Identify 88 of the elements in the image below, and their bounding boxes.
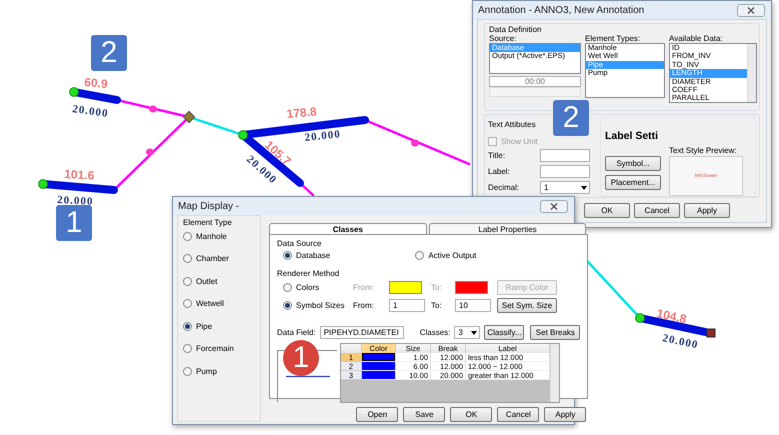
radio-icon <box>183 254 192 263</box>
radio-icon <box>183 344 192 353</box>
line-symbol-icon <box>286 375 330 378</box>
section-heading: Renderer Method <box>277 269 340 278</box>
input-field[interactable] <box>540 149 590 162</box>
radio-option[interactable]: Database <box>283 251 330 260</box>
classify-button[interactable]: Classify... <box>484 325 524 340</box>
dialog-button[interactable]: Cancel <box>634 203 680 218</box>
radio-option[interactable]: Active Output <box>415 251 476 260</box>
pipe-length-label: 101.6 <box>64 167 95 183</box>
close-button[interactable] <box>540 200 568 212</box>
set-size-button[interactable]: Set Sym. Size <box>497 298 557 313</box>
set-breaks-button[interactable]: Set Breaks <box>530 325 580 340</box>
tab[interactable]: Classes <box>269 223 427 234</box>
field-label: To: <box>431 301 443 310</box>
pipe-diameter-label: 20.000 <box>56 194 94 208</box>
color-swatch[interactable] <box>455 281 488 294</box>
section-heading: Data Source <box>277 239 322 248</box>
radio-icon <box>183 366 192 376</box>
close-icon <box>550 202 558 210</box>
dialog-button[interactable]: Save <box>403 407 446 422</box>
radio-icon <box>415 251 424 260</box>
time-field: 00:00 <box>489 76 581 87</box>
pipe-diameter-label: 20.000 <box>72 103 110 120</box>
window-title: Map Display - <box>178 200 240 212</box>
radio-icon <box>183 276 192 286</box>
field-label: Decimal: <box>488 183 520 192</box>
field-label: Classes: <box>420 328 450 337</box>
pipe-length-label: 60.9 <box>84 75 108 92</box>
group-heading: Element Type <box>183 218 233 227</box>
group-heading: Text Attibutes <box>488 120 537 129</box>
dialog-button[interactable]: Apply <box>684 203 730 218</box>
radio-option[interactable]: Pipe <box>183 322 255 330</box>
field-label: Available Data: <box>669 34 724 43</box>
dialog-button[interactable]: OK <box>450 407 492 422</box>
radio-option[interactable]: Symbol Sizes <box>283 301 347 310</box>
field-label: From: <box>353 301 375 310</box>
radio-option[interactable]: Pump <box>183 366 255 376</box>
tab[interactable]: Label Properties <box>428 223 586 234</box>
radio-option[interactable]: Chamber <box>183 254 255 263</box>
field-label: Text Style Preview: <box>669 146 738 155</box>
window-title: Annotation - ANNO3, New Annotation <box>478 4 644 16</box>
pipe-diameter-label: 20.000 <box>304 128 342 144</box>
section-heading: Label Setti <box>605 130 660 142</box>
dialog-button[interactable]: Cancel <box>497 407 540 422</box>
input-field[interactable]: 1 <box>389 299 425 312</box>
dialog-button[interactable]: Open <box>356 407 398 422</box>
dropdown-arrow-icon <box>581 186 587 190</box>
radio-option[interactable]: Wetwell <box>183 299 255 308</box>
dropdown[interactable]: PIPEHYD.DIAMETEI <box>320 326 404 339</box>
checkbox-icon <box>488 137 497 146</box>
close-button[interactable] <box>737 4 765 16</box>
field-label: Source: <box>489 34 518 43</box>
scrollbar <box>550 344 559 402</box>
field-label: Title: <box>488 151 506 160</box>
dialog-button[interactable]: Placement... <box>605 175 661 190</box>
pipe-length-label: 178.8 <box>286 104 318 121</box>
field-label: Label: <box>488 167 511 176</box>
dropdown-arrow-icon <box>471 330 478 334</box>
radio-icon <box>183 232 192 240</box>
color-swatch[interactable] <box>389 281 422 294</box>
callout-number: 2 <box>553 100 589 136</box>
close-icon <box>747 6 755 14</box>
radio-option[interactable]: Outlet <box>183 276 255 286</box>
field-label: From: <box>353 283 375 292</box>
pipe-length-label: 104.8 <box>655 306 688 326</box>
dialog-button[interactable]: Symbol... <box>605 156 661 171</box>
callout-number: 2 <box>91 35 127 71</box>
radio-option[interactable]: Colors <box>283 283 347 292</box>
radio-icon <box>183 322 192 330</box>
field-label: To: <box>431 283 443 292</box>
radio-icon <box>283 251 292 260</box>
callout-number: 1 <box>56 205 92 241</box>
dropdown[interactable]: 1 <box>540 181 590 194</box>
table-corner <box>341 344 362 353</box>
radio-option[interactable]: Forcemain <box>183 344 255 353</box>
radio-icon <box>183 299 192 308</box>
pipe-diameter-label: 20.000 <box>661 332 700 352</box>
dialog-button[interactable]: OK <box>584 203 630 218</box>
input-field[interactable]: 10 <box>455 299 491 312</box>
dropdown[interactable]: 3 <box>454 326 480 339</box>
field-label: Data Field: <box>277 328 316 337</box>
dialog-button[interactable]: Apply <box>544 407 586 422</box>
group-heading: Data Definition <box>489 25 542 34</box>
input-field[interactable] <box>540 165 590 178</box>
field-label: Element Types: <box>585 34 641 43</box>
scrollbar <box>747 44 756 102</box>
radio-option[interactable]: Manhole <box>183 232 255 240</box>
